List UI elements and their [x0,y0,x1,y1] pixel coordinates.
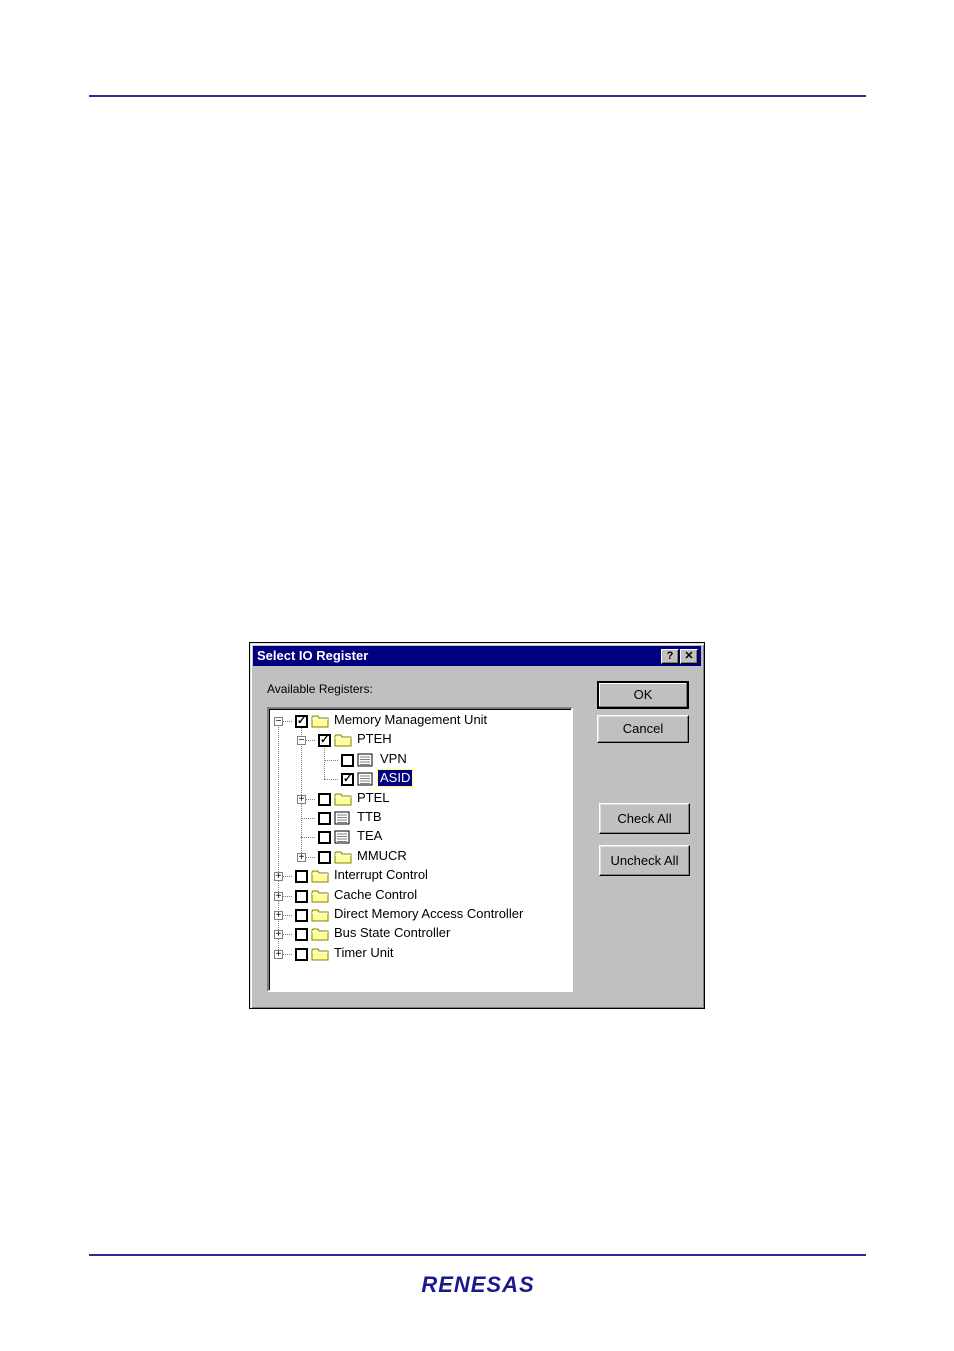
tree-item-checkbox[interactable]: ✓ [341,773,354,787]
tree-item-label: Interrupt Control [334,867,428,883]
tree-connector [301,818,315,819]
tree-item[interactable]: − ✓ PTEH [269,730,569,749]
tree-item-label: TTB [357,809,382,824]
register-icon [357,772,373,786]
tree-item-checkbox[interactable] [318,831,331,845]
tree-item[interactable]: − ✓ Memory Management Unit [269,711,569,730]
tree-item-label: TEA [357,828,383,844]
expand-icon[interactable]: + [274,930,283,940]
tree-item-label: Direct Memory Access Controller [334,906,524,921]
tree-item-label: MMUCR [357,847,407,863]
help-button[interactable]: ? [661,649,679,664]
header-rule [89,95,866,97]
tree-item[interactable]: + PTEL [269,789,569,808]
tree-item[interactable]: + Timer Unit [269,944,569,963]
tree-item[interactable]: + MMUCR [269,847,569,866]
register-icon [334,830,350,844]
tree-connector [324,759,338,761]
register-tree[interactable]: − ✓ Memory Management Unit − ✓ PTEH VPN ✓ ASID + P… [267,707,573,992]
tree-item-label: Cache Control [334,886,418,902]
dialog-title-bar[interactable]: Select IO Register ? ✕ [253,646,701,666]
tree-item[interactable]: TTB [269,808,569,827]
tree-connector [324,779,338,781]
footer-rule [89,1254,866,1256]
tree-item-label: PTEH [357,731,392,747]
close-button[interactable]: ✕ [680,649,698,664]
expand-icon[interactable]: + [297,852,306,862]
expand-icon[interactable]: + [297,794,306,804]
tree-item[interactable]: TEA [269,827,569,846]
expand-icon[interactable]: + [274,891,283,901]
tree-item-label: Bus State Controller [334,925,451,941]
tree-item-checkbox[interactable] [318,850,331,864]
folder-icon [334,734,352,747]
folder-icon [334,851,352,864]
check-all-button[interactable]: Check All [599,803,690,834]
folder-icon [311,870,329,883]
tree-item-label: Timer Unit [334,944,394,960]
close-icon: ✕ [684,650,694,662]
tree-item-checkbox[interactable] [295,889,308,903]
tree-item-label: VPN [380,750,407,766]
tree-item-checkbox[interactable] [295,909,308,922]
tree-item-checkbox[interactable] [295,870,308,884]
tree-item[interactable]: ✓ ASID [269,769,569,788]
folder-icon [311,909,329,922]
cancel-button[interactable]: Cancel [597,715,689,743]
folder-icon [311,948,329,961]
tree-item-checkbox[interactable] [341,753,354,767]
tree-item[interactable]: + Bus State Controller [269,924,569,943]
tree-item-label: ASID [376,769,414,788]
expand-icon[interactable]: + [274,949,283,959]
register-icon [357,753,373,767]
folder-icon [334,793,352,806]
available-registers-label: Available Registers: [267,682,373,696]
folder-icon [311,715,329,728]
tree-item-checkbox[interactable]: ✓ [318,734,331,748]
folder-icon [311,928,329,941]
expand-icon[interactable]: + [274,872,283,882]
dialog-title: Select IO Register [257,648,369,663]
tree-item[interactable]: + Cache Control [269,886,569,905]
tree-item-checkbox[interactable] [318,812,331,825]
tree-item-checkbox[interactable] [295,928,308,942]
tree-item-checkbox[interactable] [318,792,331,806]
select-io-register-dialog: Select IO Register ? ✕ Available Registe… [249,642,705,1009]
tree-item-label: PTEL [357,789,390,805]
tree-item-label: Memory Management Unit [334,712,488,727]
collapse-icon[interactable]: − [297,736,306,746]
expand-icon[interactable]: + [274,911,283,921]
logo-text: RENESAS [421,1272,534,1297]
folder-icon [311,890,329,903]
tree-connector [301,837,315,839]
tree-item-checkbox[interactable] [295,947,308,961]
uncheck-all-button[interactable]: Uncheck All [599,845,690,876]
register-icon [334,811,350,825]
tree-item[interactable]: VPN [269,750,569,769]
help-icon: ? [666,650,674,662]
tree-item[interactable]: + Direct Memory Access Controller [269,905,569,924]
tree-item-checkbox[interactable]: ✓ [295,715,308,728]
ok-button[interactable]: OK [597,681,689,709]
renesas-logo: RENESAS [421,1272,534,1297]
collapse-icon[interactable]: − [274,717,283,727]
tree-item[interactable]: + Interrupt Control [269,866,569,885]
